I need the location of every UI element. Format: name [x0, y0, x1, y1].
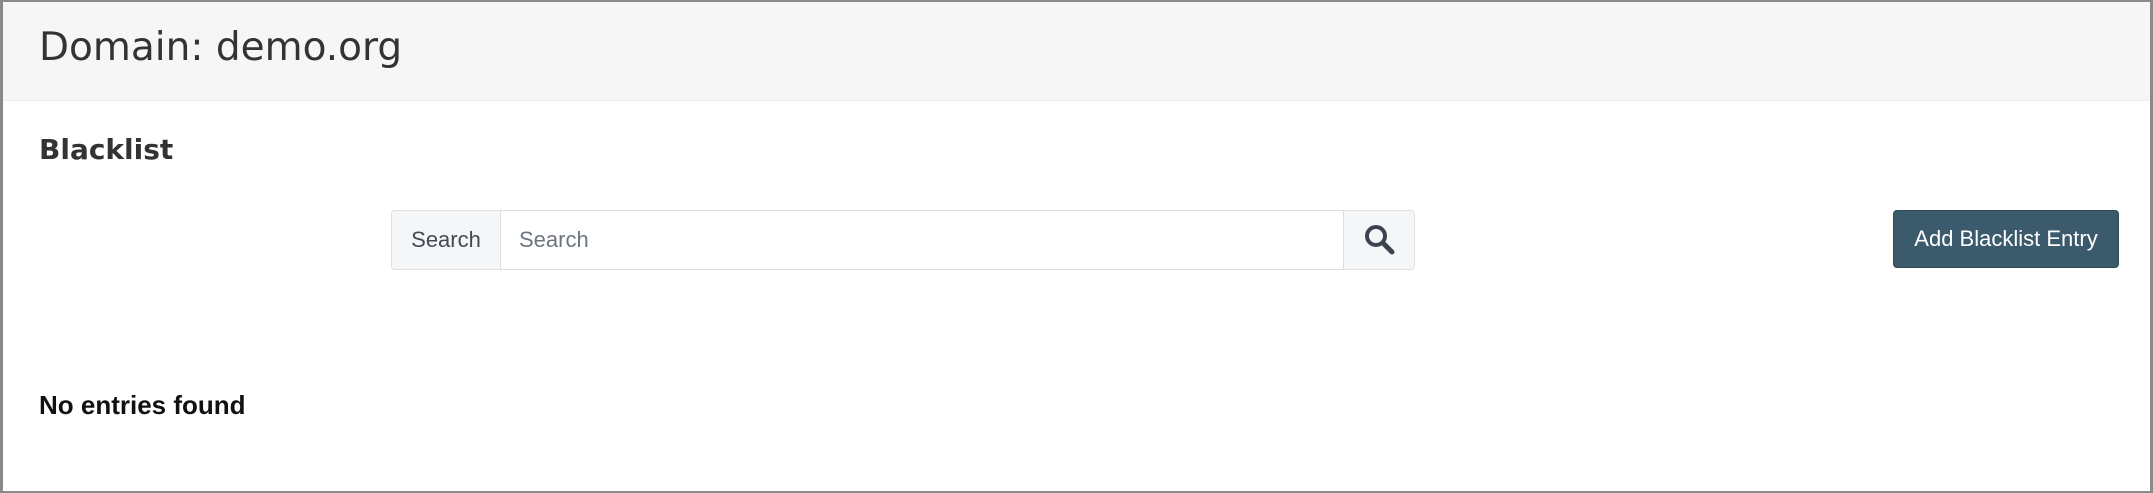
search-icon [1363, 223, 1395, 258]
section-title: Blacklist [39, 133, 174, 166]
page-header: Domain: demo.org [3, 2, 2150, 101]
app-window: Domain: demo.org Blacklist Search Add Bl… [0, 0, 2153, 493]
add-blacklist-entry-button[interactable]: Add Blacklist Entry [1893, 210, 2119, 268]
search-button[interactable] [1343, 211, 1414, 269]
search-label: Search [392, 211, 501, 269]
search-input[interactable] [501, 211, 1343, 269]
page-title: Domain: demo.org [39, 25, 403, 70]
empty-state-message: No entries found [39, 390, 246, 420]
search-group: Search [391, 210, 1415, 270]
